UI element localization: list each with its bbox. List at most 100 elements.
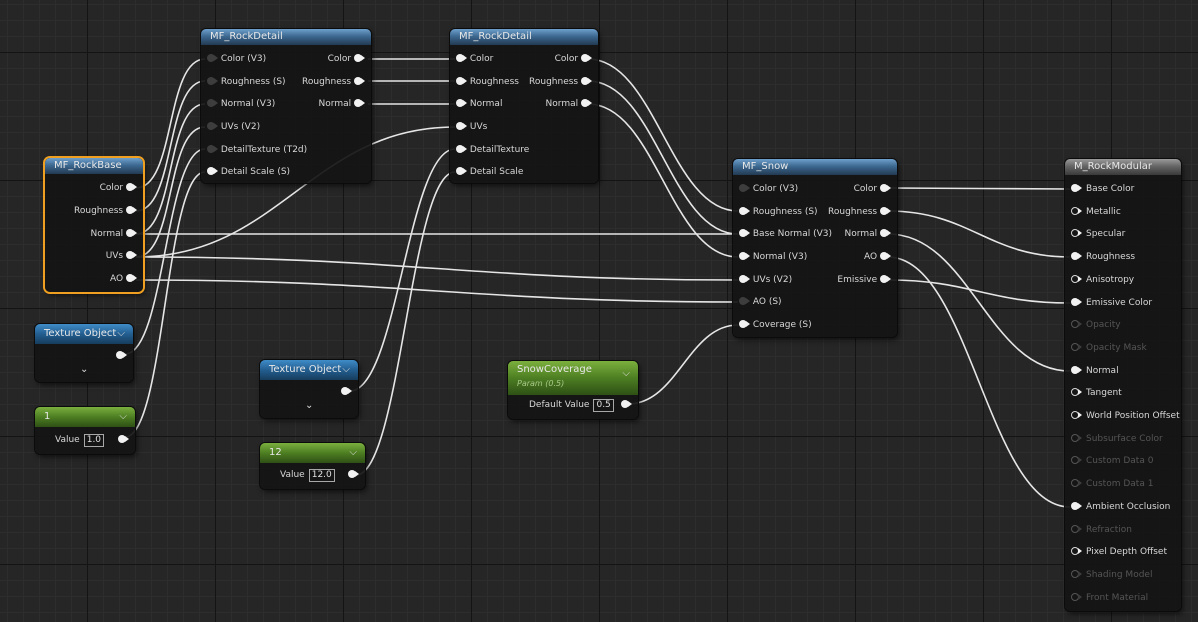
material-input-pin[interactable]: Tangent xyxy=(1071,387,1122,399)
input-pin-uvs[interactable]: UVs (V2) xyxy=(739,274,792,286)
input-pin-detail-scale[interactable]: Detail Scale xyxy=(456,166,523,178)
connection-wire[interactable] xyxy=(627,324,739,405)
expand-chevron-icon[interactable]: ⌄ xyxy=(80,364,88,375)
output-pin-value[interactable] xyxy=(621,399,632,411)
input-pin-detailtexture[interactable]: DetailTexture xyxy=(456,144,529,156)
node-m-rockmodular[interactable]: M_RockModular Base Color Metallic Specular… xyxy=(1065,159,1181,611)
chevron-down-icon[interactable]: ⌵ xyxy=(117,324,125,344)
output-pin-ao[interactable]: AO xyxy=(864,251,891,263)
material-input-pin[interactable]: Ambient Occlusion xyxy=(1071,501,1170,513)
material-input-pin[interactable]: Base Color xyxy=(1071,183,1134,195)
input-pin-roughness[interactable]: Roughness xyxy=(456,76,519,88)
connection-wire[interactable] xyxy=(135,256,739,281)
node-mf-rockbase[interactable]: MF_RockBase Color Roughness Normal UVs A… xyxy=(45,158,143,292)
material-input-pin[interactable]: Subsurface Color xyxy=(1071,433,1163,445)
material-input-pin[interactable]: World Position Offset xyxy=(1071,410,1180,422)
output-pin-texture[interactable] xyxy=(116,350,127,362)
node-texture-object-2[interactable]: Texture Object ⌵ ⌄ xyxy=(260,360,358,418)
value-field[interactable]: 12.0 xyxy=(308,469,335,482)
pin-label: Color (V3) xyxy=(752,184,799,194)
node-texture-object-1[interactable]: Texture Object ⌵ ⌄ xyxy=(35,324,133,382)
input-pin-roughness[interactable]: Roughness (S) xyxy=(739,206,818,218)
connection-wire[interactable] xyxy=(587,58,739,212)
input-pin-color[interactable]: Color xyxy=(456,53,493,65)
output-pin-emissive[interactable]: Emissive xyxy=(837,274,891,286)
material-input-pin[interactable]: Pixel Depth Offset xyxy=(1071,546,1167,558)
output-pin-normal[interactable]: Normal xyxy=(319,98,365,110)
output-pin-texture[interactable] xyxy=(341,386,352,398)
input-pin-normal[interactable]: Normal xyxy=(456,98,502,110)
expand-chevron-icon[interactable]: ⌄ xyxy=(305,400,313,411)
output-pin-value[interactable] xyxy=(118,434,129,446)
node-mf-rockdetail-2[interactable]: MF_RockDetail Color Roughness Normal UVs… xyxy=(450,29,598,183)
connection-wire[interactable] xyxy=(887,279,1071,304)
chevron-down-icon[interactable]: ⌵ xyxy=(349,443,357,463)
material-input-pin[interactable]: Refraction xyxy=(1071,524,1132,536)
output-pin-color[interactable]: Color xyxy=(100,182,137,194)
connection-wire[interactable] xyxy=(587,80,739,235)
material-input-pin[interactable]: Metallic xyxy=(1071,206,1121,218)
connection-wire[interactable] xyxy=(587,103,739,258)
output-pin-roughness[interactable]: Roughness xyxy=(828,206,891,218)
node-mf-rockdetail-1[interactable]: MF_RockDetail Color (V3) Roughness (S) N… xyxy=(201,29,371,183)
material-input-pin[interactable]: Front Material xyxy=(1071,592,1148,604)
input-pin-color[interactable]: Color (V3) xyxy=(207,53,266,65)
output-pin-normal[interactable]: Normal xyxy=(845,228,891,240)
input-pin-base-normal[interactable]: Base Normal (V3) xyxy=(739,228,832,240)
output-pin-color[interactable]: Color xyxy=(328,53,365,65)
value-field[interactable]: 0.5 xyxy=(593,399,614,412)
input-pin-detailtexture[interactable]: DetailTexture (T2d) xyxy=(207,144,307,156)
chevron-down-icon[interactable]: ⌵ xyxy=(342,360,350,380)
connection-wire[interactable] xyxy=(349,148,456,392)
connection-wire[interactable] xyxy=(355,171,456,476)
connection-wire[interactable] xyxy=(887,210,1071,258)
material-input-pin[interactable]: Opacity Mask xyxy=(1071,342,1147,354)
material-input-pin[interactable]: Custom Data 0 xyxy=(1071,455,1153,467)
input-pin-uvs[interactable]: UVs (V2) xyxy=(207,121,260,133)
input-pin-ao[interactable]: AO (S) xyxy=(739,296,782,308)
connection-wire[interactable] xyxy=(135,279,739,303)
connection-wire[interactable] xyxy=(135,103,206,235)
connection-wire[interactable] xyxy=(135,58,206,189)
node-constant-1[interactable]: 1 ⌵ Value 1.0 xyxy=(35,407,135,454)
connection-wire[interactable] xyxy=(887,233,1071,372)
output-pin-normal[interactable]: Normal xyxy=(546,98,592,110)
node-snowcoverage-param[interactable]: SnowCoverage Param (0.5) ⌵ Default Value 0.… xyxy=(508,361,638,419)
material-input-pin[interactable]: Emissive Color xyxy=(1071,297,1152,309)
input-pin-color[interactable]: Color (V3) xyxy=(739,183,798,195)
output-pin-roughness[interactable]: Roughness xyxy=(302,76,365,88)
material-input-pin[interactable]: Roughness xyxy=(1071,251,1135,263)
pin-label: Roughness xyxy=(828,207,878,217)
output-pin-roughness[interactable]: Roughness xyxy=(74,205,137,217)
material-input-pin[interactable]: Shading Model xyxy=(1071,569,1152,581)
connection-wire[interactable] xyxy=(135,80,206,212)
material-input-pin[interactable]: Specular xyxy=(1071,228,1125,240)
node-constant-12[interactable]: 12 ⌵ Value 12.0 xyxy=(260,443,365,489)
input-pin-normal[interactable]: Normal (V3) xyxy=(739,251,807,263)
node-mf-snow[interactable]: MF_Snow Color (V3) Roughness (S) Base No… xyxy=(733,159,897,337)
output-pin-roughness[interactable]: Roughness xyxy=(529,76,592,88)
node-title: SnowCoverage Param (0.5) ⌵ xyxy=(508,361,638,395)
chevron-down-icon[interactable]: ⌵ xyxy=(622,367,630,381)
material-input-pin[interactable]: Normal xyxy=(1071,365,1119,377)
material-input-pin[interactable]: Opacity xyxy=(1071,319,1121,331)
connection-wire[interactable] xyxy=(135,126,206,258)
input-pin-normal[interactable]: Normal (V3) xyxy=(207,98,275,110)
material-graph-canvas[interactable]: MF_RockBase Color Roughness Normal UVs A… xyxy=(0,0,1198,622)
connection-wire[interactable] xyxy=(887,256,1071,508)
output-pin-ao[interactable]: AO xyxy=(110,273,137,285)
output-pin-value[interactable] xyxy=(348,469,359,481)
connection-wire[interactable] xyxy=(887,187,1071,190)
output-pin-uvs[interactable]: UVs xyxy=(106,250,137,262)
material-input-pin[interactable]: Custom Data 1 xyxy=(1071,478,1153,490)
output-pin-color[interactable]: Color xyxy=(555,53,592,65)
input-pin-coverage[interactable]: Coverage (S) xyxy=(739,319,812,331)
material-input-pin[interactable]: Anisotropy xyxy=(1071,274,1134,286)
input-pin-detail-scale[interactable]: Detail Scale (S) xyxy=(207,166,290,178)
chevron-down-icon[interactable]: ⌵ xyxy=(119,407,127,427)
output-pin-normal[interactable]: Normal xyxy=(91,228,137,240)
output-pin-color[interactable]: Color xyxy=(854,183,891,195)
input-pin-uvs[interactable]: UVs xyxy=(456,121,487,133)
value-field[interactable]: 1.0 xyxy=(83,434,105,447)
input-pin-roughness[interactable]: Roughness (S) xyxy=(207,76,286,88)
